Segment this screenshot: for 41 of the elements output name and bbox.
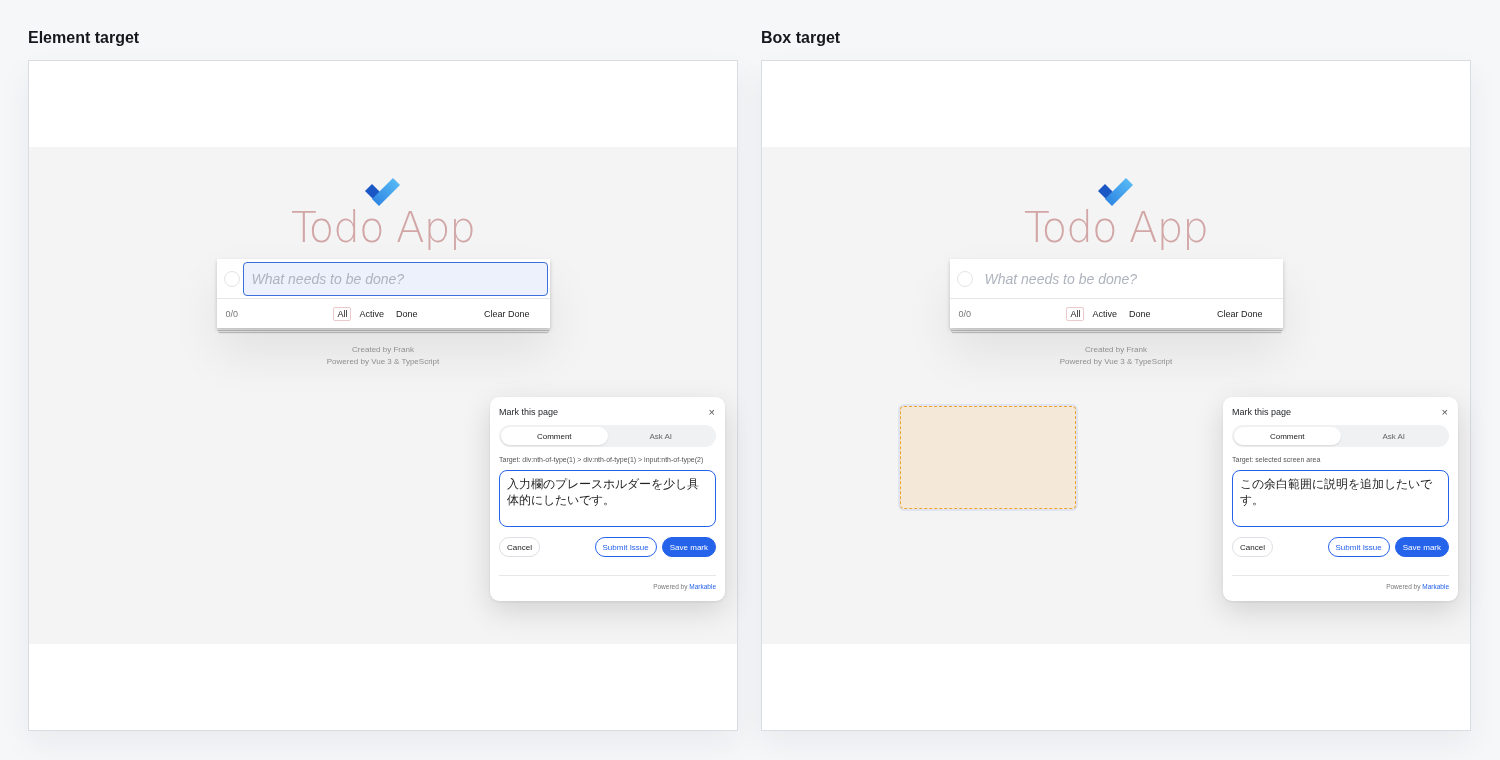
save-button[interactable]: Save mark — [1394, 537, 1449, 557]
section-title: Box target — [761, 28, 841, 48]
filter-tab[interactable]: All — [333, 306, 352, 321]
credit-text: Powered by Vue 3 & TypeScript — [326, 357, 440, 367]
cancel-button[interactable]: Cancel — [499, 537, 540, 557]
selection-box[interactable] — [900, 406, 1076, 509]
submit-issue-button[interactable]: Submit Issue — [594, 537, 657, 557]
app-title: Todo App — [291, 206, 475, 250]
filter-tab[interactable]: Active — [355, 306, 388, 321]
todo-input[interactable]: What needs to be done? — [242, 261, 548, 296]
item-count: 0/0 — [958, 308, 971, 319]
dialog-title: Mark this page — [1232, 407, 1292, 418]
submit-issue-button[interactable]: Submit Issue — [1327, 537, 1390, 557]
clear-done-button[interactable]: Clear Done — [483, 308, 530, 319]
section-title: Element target — [28, 28, 140, 48]
checkmark-logo-icon — [365, 178, 401, 206]
clear-done-button[interactable]: Clear Done — [1216, 308, 1263, 319]
cancel-button[interactable]: Cancel — [1232, 537, 1273, 557]
mode-tab[interactable]: Ask AI — [607, 427, 714, 445]
close-button[interactable]: × — [1441, 407, 1449, 418]
filter-tab[interactable]: Active — [1088, 306, 1121, 321]
filter-tab[interactable]: All — [1066, 306, 1085, 321]
new-todo-field[interactable]: What needs to be done? — [949, 259, 1283, 298]
filter-tab[interactable]: Done — [1125, 306, 1155, 321]
comment-field[interactable]: この余白範囲に説明を追加したいです。 — [1232, 470, 1449, 527]
filter-tab[interactable]: Done — [392, 306, 422, 321]
comment-field[interactable]: 入力欄のプレースホルダーを少し具体的にしたいです。 — [499, 470, 716, 527]
checkmark-logo-icon — [1098, 178, 1134, 206]
item-count: 0/0 — [225, 308, 238, 319]
new-todo-field[interactable]: What needs to be done? — [216, 259, 550, 298]
dialog-title: Mark this page — [499, 407, 559, 418]
mode-tab[interactable]: Comment — [501, 427, 608, 445]
todo-input[interactable]: What needs to be done? — [975, 261, 1281, 296]
credit-text: Powered by Vue 3 & TypeScript — [1059, 357, 1173, 367]
app-title: Todo App — [1024, 206, 1208, 250]
close-button[interactable]: × — [708, 407, 716, 418]
credit-text: Created by Frank — [352, 345, 414, 355]
save-button[interactable]: Save mark — [661, 537, 716, 557]
mode-tab[interactable]: Comment — [1234, 427, 1341, 445]
credit-text: Created by Frank — [1085, 345, 1147, 355]
mode-tab[interactable]: Ask AI — [1340, 427, 1447, 445]
